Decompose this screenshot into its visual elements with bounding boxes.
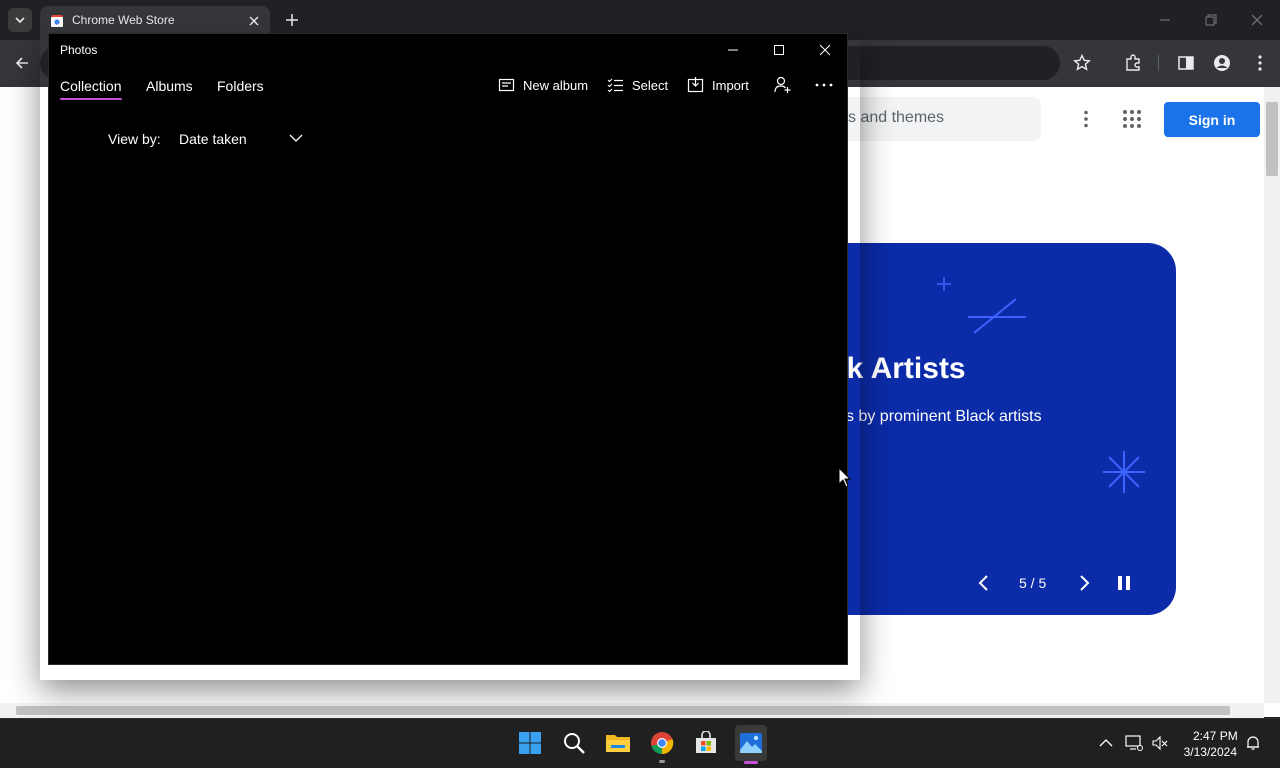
select-label: Select	[632, 77, 669, 93]
vertical-scrollbar[interactable]	[1264, 87, 1280, 703]
clock-time[interactable]: 2:47 PM	[1193, 729, 1238, 743]
tab-collection[interactable]: Collection	[60, 78, 121, 94]
chrome-icon	[651, 732, 674, 755]
taskbar	[0, 718, 1280, 768]
maximize-button[interactable]	[756, 38, 802, 62]
file-explorer-button[interactable]	[603, 728, 633, 758]
close-icon[interactable]	[246, 13, 262, 29]
window-title: Photos	[60, 43, 98, 57]
pause-icon[interactable]	[1115, 574, 1133, 592]
new-album-icon	[498, 78, 515, 92]
start-button[interactable]	[515, 728, 545, 758]
back-arrow-icon[interactable]	[12, 53, 32, 73]
minimize-button[interactable]	[710, 38, 756, 62]
view-by-dropdown[interactable]: Date taken	[179, 131, 247, 147]
tab-albums[interactable]: Albums	[146, 78, 193, 94]
carousel-pager: 5 / 5	[1019, 575, 1047, 591]
mouse-cursor-icon	[838, 467, 852, 488]
volume-muted-icon[interactable]	[1151, 735, 1169, 751]
file-explorer-icon	[606, 735, 630, 752]
more-vertical-icon[interactable]	[1250, 53, 1270, 73]
extensions-icon[interactable]	[1123, 53, 1143, 73]
close-button[interactable]	[802, 38, 848, 62]
tab-search-button[interactable]	[8, 8, 32, 32]
multi-select-icon	[607, 78, 623, 93]
search-placeholder: s and themes	[848, 109, 945, 126]
taskbar-search-button[interactable]	[559, 728, 589, 758]
selected-tab-indicator	[60, 98, 122, 100]
apps-grid-icon[interactable]	[1122, 109, 1142, 129]
close-icon	[819, 44, 831, 56]
notification-bell-icon[interactable]	[1245, 735, 1261, 751]
maximize-icon	[774, 45, 784, 55]
import-label: Import	[712, 77, 749, 93]
vertical-scroll-thumb[interactable]	[1266, 102, 1278, 176]
close-icon[interactable]	[1247, 10, 1267, 30]
new-album-label: New album	[523, 77, 589, 93]
sign-in-button[interactable]: Sign in	[1164, 102, 1260, 137]
running-indicator	[659, 760, 665, 763]
search-icon	[564, 733, 585, 754]
add-person-icon[interactable]	[773, 76, 791, 94]
toolbar-divider	[1158, 55, 1159, 71]
plus-icon[interactable]	[282, 10, 302, 30]
photos-icon	[740, 733, 762, 753]
microsoft-store-icon	[696, 731, 716, 753]
import-button[interactable]: Import	[687, 76, 749, 94]
tab-search-icon	[15, 17, 25, 23]
active-app-indicator	[744, 761, 758, 764]
chevron-left-icon[interactable]	[975, 574, 993, 592]
chevron-down-icon[interactable]	[289, 133, 303, 143]
clock-date[interactable]: 3/13/2024	[1183, 745, 1237, 759]
select-button[interactable]: Select	[607, 76, 668, 94]
view-by-label: View by:	[108, 131, 161, 147]
horizontal-scroll-thumb[interactable]	[16, 706, 1230, 715]
chrome-taskbar-button[interactable]	[647, 728, 677, 758]
minimize-icon[interactable]	[1155, 10, 1175, 30]
photos-window	[48, 33, 848, 665]
import-icon	[687, 77, 704, 93]
side-panel-icon[interactable]	[1176, 53, 1196, 73]
windows-start-icon	[519, 732, 541, 754]
more-vertical-icon[interactable]	[1076, 109, 1096, 129]
star-icon[interactable]	[1072, 53, 1092, 73]
minimize-icon	[728, 49, 738, 51]
restore-icon[interactable]	[1201, 10, 1221, 30]
chrome-web-store-favicon	[51, 15, 63, 27]
tab-title: Chrome Web Store	[72, 13, 175, 27]
banner-subtitle: s by prominent Black artists	[846, 408, 1042, 425]
chevron-up-icon[interactable]	[1099, 737, 1113, 749]
new-album-button[interactable]: New album	[498, 76, 588, 94]
profile-icon[interactable]	[1212, 53, 1232, 73]
photos-taskbar-button[interactable]	[735, 725, 767, 761]
tab-folders[interactable]: Folders	[217, 78, 264, 94]
network-icon[interactable]	[1125, 735, 1143, 751]
microsoft-store-button[interactable]	[691, 728, 721, 758]
chevron-right-icon[interactable]	[1075, 574, 1093, 592]
more-options-icon[interactable]	[814, 76, 834, 94]
